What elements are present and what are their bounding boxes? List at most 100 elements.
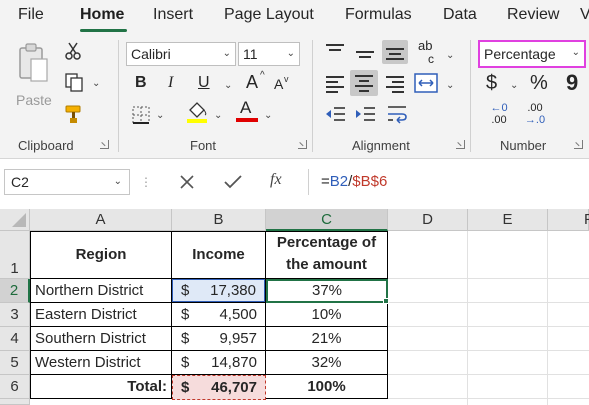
cell-a2[interactable]: Northern District [31, 279, 171, 302]
menu-file[interactable]: File [18, 6, 44, 24]
align-center-button[interactable] [350, 70, 378, 96]
menu-formulas[interactable]: Formulas [345, 6, 412, 24]
cut-icon[interactable] [64, 42, 82, 60]
cell-c5[interactable]: 32% [266, 351, 387, 374]
cell-a6[interactable]: Total: [31, 375, 171, 399]
select-all-corner[interactable] [0, 209, 30, 231]
top-align-icon[interactable] [326, 44, 344, 59]
format-painter-icon[interactable] [64, 104, 84, 124]
merge-dropdown-arrow[interactable]: ⌄ [446, 80, 454, 91]
cell-a3[interactable]: Eastern District [31, 303, 171, 326]
align-right-icon[interactable] [386, 76, 404, 96]
font-launcher-icon[interactable] [298, 140, 307, 149]
paste-icon [19, 43, 48, 82]
underline-dropdown-arrow[interactable]: ⌄ [224, 80, 232, 91]
row-header-1[interactable]: 1 [0, 231, 30, 279]
name-box-value: C2 [11, 174, 29, 190]
fill-color-dropdown-arrow[interactable]: ⌄ [214, 110, 222, 121]
align-center-icon [355, 75, 373, 95]
menu-insert[interactable]: Insert [153, 6, 193, 24]
orientation-button[interactable]: ab [418, 38, 432, 53]
cell-b1[interactable]: Income [172, 232, 265, 278]
row-header-4[interactable]: 4 [0, 327, 30, 351]
cell-b6[interactable]: $ 46,707 [172, 375, 266, 400]
wrap-text-icon[interactable] [386, 104, 408, 124]
menu-data[interactable]: Data [443, 6, 477, 24]
bold-button[interactable]: B [135, 74, 147, 92]
cell-c3[interactable]: 10% [266, 303, 387, 326]
row-header-6[interactable]: 6 [0, 375, 30, 399]
align-left-icon[interactable] [326, 76, 344, 96]
column-header-e[interactable]: E [468, 209, 548, 231]
paste-button[interactable]: Paste [14, 40, 54, 110]
clipboard-launcher-icon[interactable] [100, 140, 109, 149]
column-header-f[interactable]: F [548, 209, 589, 231]
cell-c2-active[interactable]: 37% [266, 279, 388, 303]
row-header-2[interactable]: 2 [0, 279, 30, 303]
row-header-7[interactable] [0, 399, 30, 405]
decrease-indent-icon[interactable] [324, 106, 346, 122]
orientation-dropdown-arrow[interactable]: ⌄ [446, 50, 454, 61]
grow-font-button[interactable]: A [246, 72, 258, 93]
underline-button[interactable]: U [198, 74, 210, 92]
menu-review[interactable]: Review [507, 6, 559, 24]
column-header-c[interactable]: C [266, 209, 388, 231]
cancel-icon[interactable] [180, 175, 194, 189]
increase-decimal-bottom: .00 [491, 114, 507, 126]
italic-button[interactable]: I [168, 74, 173, 92]
formula-prefix: = [321, 173, 330, 190]
number-format-dropdown[interactable]: Percentage ⌄ [478, 40, 586, 68]
formula-input[interactable]: =B2/$B$6 [308, 169, 589, 195]
decrease-decimal-bottom: →.0 [524, 114, 546, 126]
decrease-decimal-button[interactable]: .00 →.0 [520, 102, 550, 130]
alignment-launcher-icon[interactable] [456, 140, 465, 149]
cell-c6[interactable]: 100% [266, 375, 387, 399]
cell-b5[interactable]: $ 14,870 [172, 351, 265, 374]
enter-check-icon[interactable] [224, 174, 242, 190]
cell-a1[interactable]: Region [31, 232, 171, 278]
column-header-b[interactable]: B [172, 209, 266, 231]
insert-function-icon[interactable]: fx [270, 171, 282, 189]
borders-dropdown-arrow[interactable]: ⌄ [156, 110, 164, 121]
comma-style-button[interactable]: 9 [566, 70, 578, 96]
copy-icon[interactable] [64, 72, 84, 92]
increase-indent-icon[interactable] [354, 106, 376, 122]
font-color-letter: A [240, 98, 252, 117]
grow-caret-icon: ^ [260, 70, 265, 81]
cell-b3[interactable]: $ 4,500 [172, 303, 265, 326]
fill-color-icon[interactable] [186, 100, 208, 124]
shrink-font-button[interactable]: A [274, 76, 283, 92]
font-color-dropdown-arrow[interactable]: ⌄ [264, 110, 272, 121]
accounting-format-button[interactable]: $ [486, 72, 497, 95]
row-header-3[interactable]: 3 [0, 303, 30, 327]
spreadsheet-grid: A B C D E F 1 2 3 4 5 6 Region Income Pe… [0, 209, 589, 405]
chevron-down-icon: ⌄ [222, 48, 231, 59]
menu-home[interactable]: Home [80, 6, 124, 24]
cell-b4[interactable]: $ 9,957 [172, 327, 265, 350]
accounting-dropdown-arrow[interactable]: ⌄ [510, 80, 518, 91]
row-header-5[interactable]: 5 [0, 351, 30, 375]
cell-b2[interactable]: $ 17,380 [172, 279, 265, 302]
menu-page-layout[interactable]: Page Layout [224, 6, 314, 24]
copy-dropdown-arrow[interactable]: ⌄ [92, 78, 100, 89]
font-size-dropdown[interactable]: 11 ⌄ [238, 42, 300, 66]
percent-style-button[interactable]: % [530, 72, 548, 95]
borders-icon[interactable] [132, 106, 150, 124]
middle-align-icon[interactable] [356, 46, 374, 61]
bottom-align-button[interactable] [382, 40, 408, 64]
cell-a4[interactable]: Southern District [31, 327, 171, 350]
name-box[interactable]: C2 ⌄ [4, 169, 130, 195]
font-name-dropdown[interactable]: Calibri ⌄ [126, 42, 236, 66]
cell-c4[interactable]: 21% [266, 327, 387, 350]
merge-center-icon[interactable] [414, 72, 438, 94]
increase-decimal-button[interactable]: ←0 .00 [484, 102, 514, 130]
cell-c1-line1: Percentage of [276, 234, 377, 251]
column-header-d[interactable]: D [388, 209, 468, 231]
cell-a5[interactable]: Western District [31, 351, 171, 374]
menu-view[interactable]: V [580, 6, 589, 24]
cell-c1[interactable]: Percentage of the amount [266, 232, 387, 278]
font-color-button[interactable]: A [236, 98, 258, 124]
column-header-a[interactable]: A [30, 209, 172, 231]
number-launcher-icon[interactable] [574, 140, 583, 149]
formula-ref-b6: $B$6 [352, 173, 388, 190]
